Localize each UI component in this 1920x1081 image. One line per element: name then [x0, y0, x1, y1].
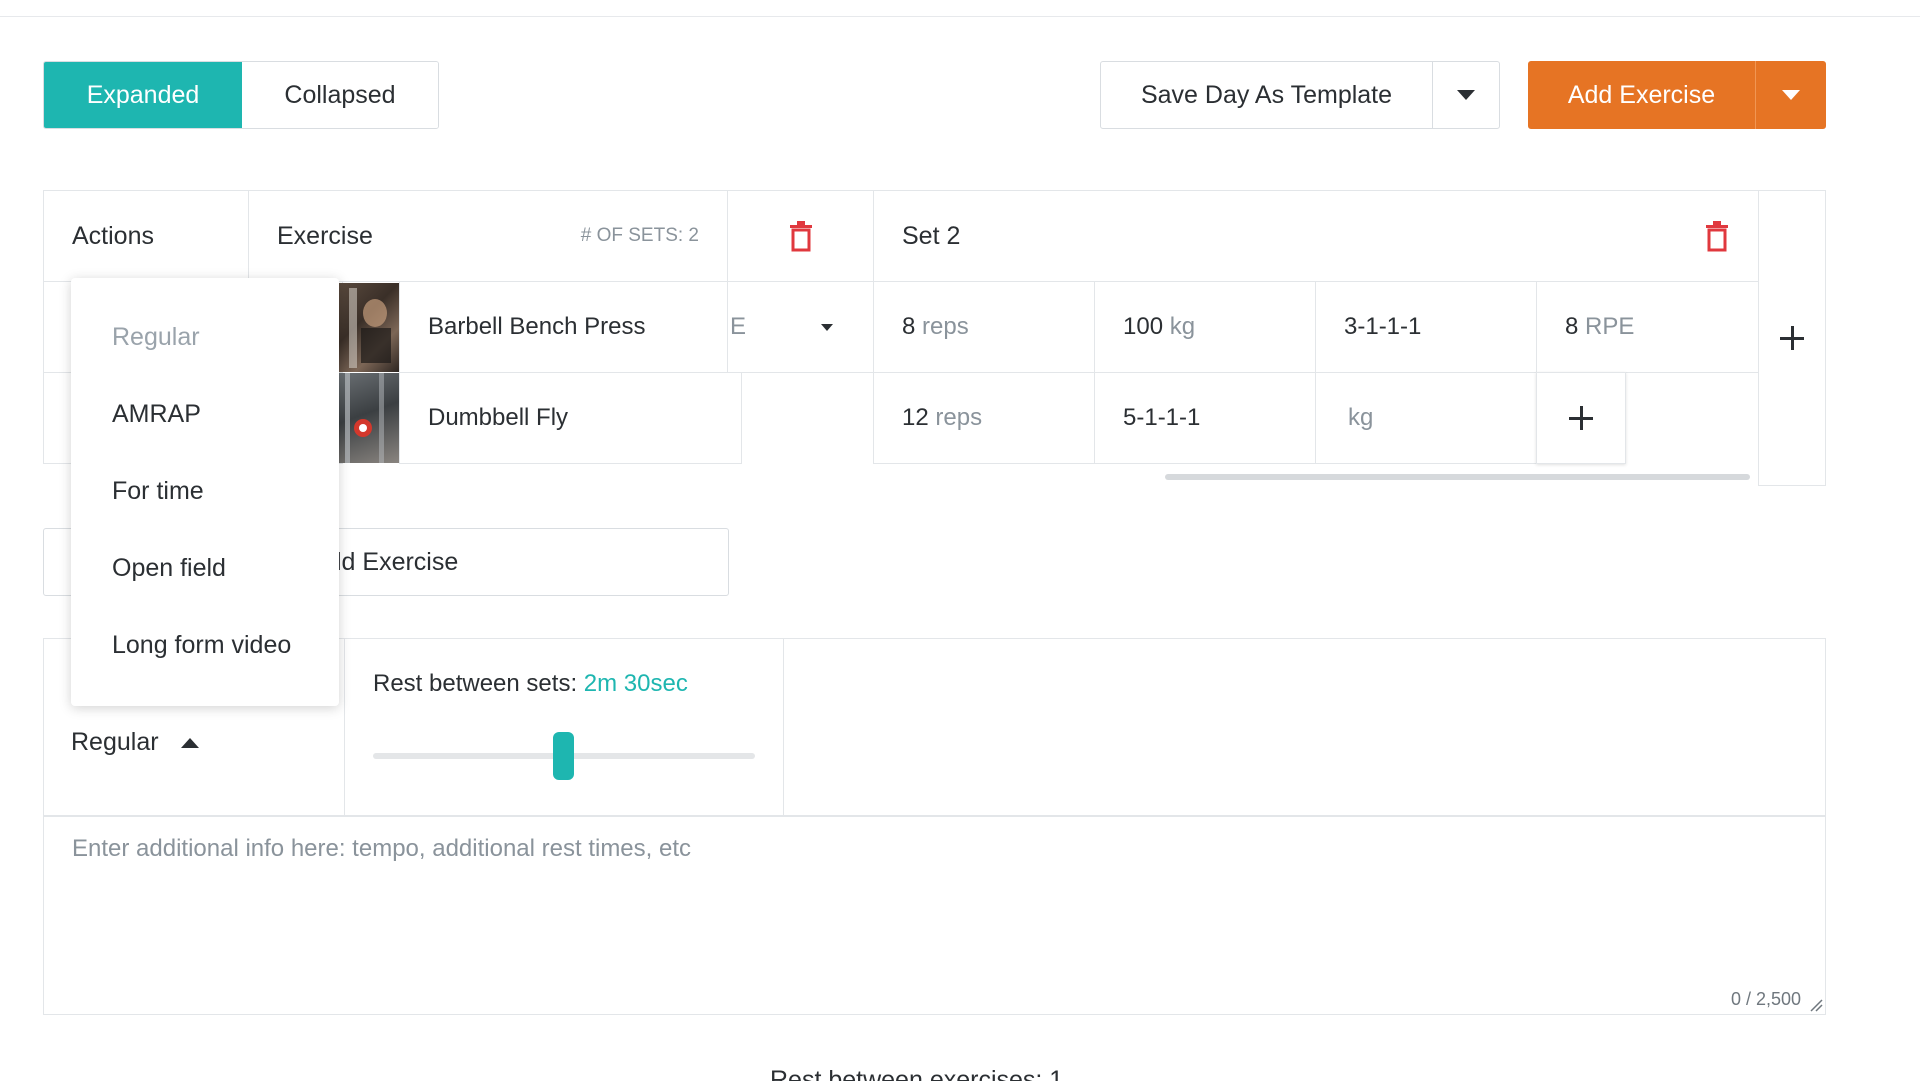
add-exercise-menu-button[interactable]	[1756, 61, 1826, 129]
add-exercise-row-label: ld Exercise	[336, 547, 459, 576]
save-template-menu-button[interactable]	[1433, 62, 1499, 128]
horizontal-scrollbar[interactable]	[1165, 474, 1750, 480]
expanded-toggle-button[interactable]: Expanded	[44, 62, 242, 128]
rpe-value: 8	[1565, 313, 1579, 340]
chevron-down-icon	[1457, 90, 1475, 100]
view-toggle: Expanded Collapsed	[43, 61, 439, 129]
exercise-delete-header	[727, 190, 874, 282]
row-2-reps-input[interactable]: 12 reps	[873, 372, 1095, 464]
set-type-dropdown-menu: Regular AMRAP For time Open field Long f…	[71, 278, 339, 706]
set-type-option-open-field[interactable]: Open field	[112, 554, 226, 583]
exercise-header: Exercise # OF SETS: 2	[248, 190, 728, 282]
reps-unit: reps	[935, 404, 983, 431]
top-divider	[0, 16, 1920, 17]
exercise-header-label: Exercise	[277, 221, 373, 250]
set-type-value: Regular	[71, 728, 159, 756]
tempo-value: 3-1-1-1	[1344, 313, 1422, 340]
set-type-option-regular[interactable]: Regular	[112, 323, 200, 352]
row-1-type-select[interactable]: E	[727, 281, 874, 373]
set-2-header: Set 2	[873, 190, 1759, 282]
exercise-thumbnail	[339, 283, 400, 372]
trash-icon[interactable]	[788, 220, 814, 252]
character-counter: 0 / 2,500	[1730, 989, 1801, 1009]
plus-icon	[1569, 406, 1593, 430]
sets-count-label: # OF SETS: 2	[580, 225, 699, 246]
row-1-rpe-input[interactable]: 8 RPE	[1536, 281, 1759, 373]
row-2-exercise-name-cell[interactable]: Dumbbell Fly	[399, 372, 742, 464]
exercise-name: Dumbbell Fly	[428, 404, 569, 431]
rpe-unit: RPE	[1585, 313, 1635, 340]
settings-divider	[344, 638, 345, 816]
notes-field-wrapper: 0 / 2,500	[43, 816, 1826, 1015]
add-exercise-button[interactable]: Add Exercise	[1528, 61, 1756, 129]
exercise-name: Barbell Bench Press	[428, 313, 646, 340]
add-exercise-split-button: Add Exercise	[1528, 61, 1826, 129]
chevron-up-icon	[180, 737, 199, 748]
reps-value: 12	[902, 404, 929, 431]
resize-handle-icon[interactable]	[1809, 998, 1823, 1012]
row-2-tempo-input[interactable]: 5-1-1-1	[1094, 372, 1316, 464]
reps-value: 8	[902, 313, 916, 340]
rest-value: 2m 30sec	[583, 670, 688, 697]
row-2-weight-input[interactable]: kg	[1315, 372, 1537, 464]
set-type-option-for-time[interactable]: For time	[112, 477, 204, 506]
weight-unit: kg	[1169, 313, 1196, 340]
set-type-select[interactable]: Regular	[71, 728, 199, 757]
tempo-value: 5-1-1-1	[1123, 404, 1201, 431]
weight-value: 100	[1123, 313, 1164, 340]
set-type-option-amrap[interactable]: AMRAP	[112, 400, 201, 429]
row-1-exercise-name-cell[interactable]: Barbell Bench Press	[399, 281, 728, 373]
rest-slider-handle[interactable]	[553, 732, 574, 780]
weight-unit: kg	[1348, 404, 1374, 431]
settings-divider	[783, 638, 784, 816]
collapsed-toggle-button[interactable]: Collapsed	[242, 62, 438, 128]
set-2-header-label: Set 2	[902, 221, 961, 250]
trash-icon[interactable]	[1704, 220, 1730, 252]
set-type-option-long-form-video[interactable]: Long form video	[112, 631, 291, 660]
type-select-value: E	[730, 313, 747, 340]
actions-header-label: Actions	[72, 221, 154, 250]
add-set-button[interactable]	[1758, 190, 1826, 486]
row-1-reps-input[interactable]: 8 reps	[873, 281, 1095, 373]
notes-textarea[interactable]	[44, 817, 1825, 1014]
actions-header: Actions	[43, 190, 249, 282]
plus-icon	[1780, 326, 1804, 350]
row-1-weight-input[interactable]: 100 kg	[1094, 281, 1316, 373]
save-template-split-button: Save Day As Template	[1100, 61, 1500, 129]
add-field-button[interactable]	[1536, 372, 1626, 464]
reps-unit: reps	[922, 313, 969, 340]
row-1-tempo-input[interactable]: 3-1-1-1	[1315, 281, 1537, 373]
rest-label: Rest between sets:	[373, 670, 578, 697]
chevron-down-icon	[821, 323, 833, 331]
rest-label-row: Rest between sets: 2m 30sec	[373, 670, 688, 698]
chevron-down-icon	[1782, 90, 1800, 100]
rest-between-exercises-label: Rest between exercises: 1...	[770, 1066, 1085, 1081]
save-template-button[interactable]: Save Day As Template	[1101, 62, 1433, 128]
exercise-thumbnail	[339, 373, 400, 463]
